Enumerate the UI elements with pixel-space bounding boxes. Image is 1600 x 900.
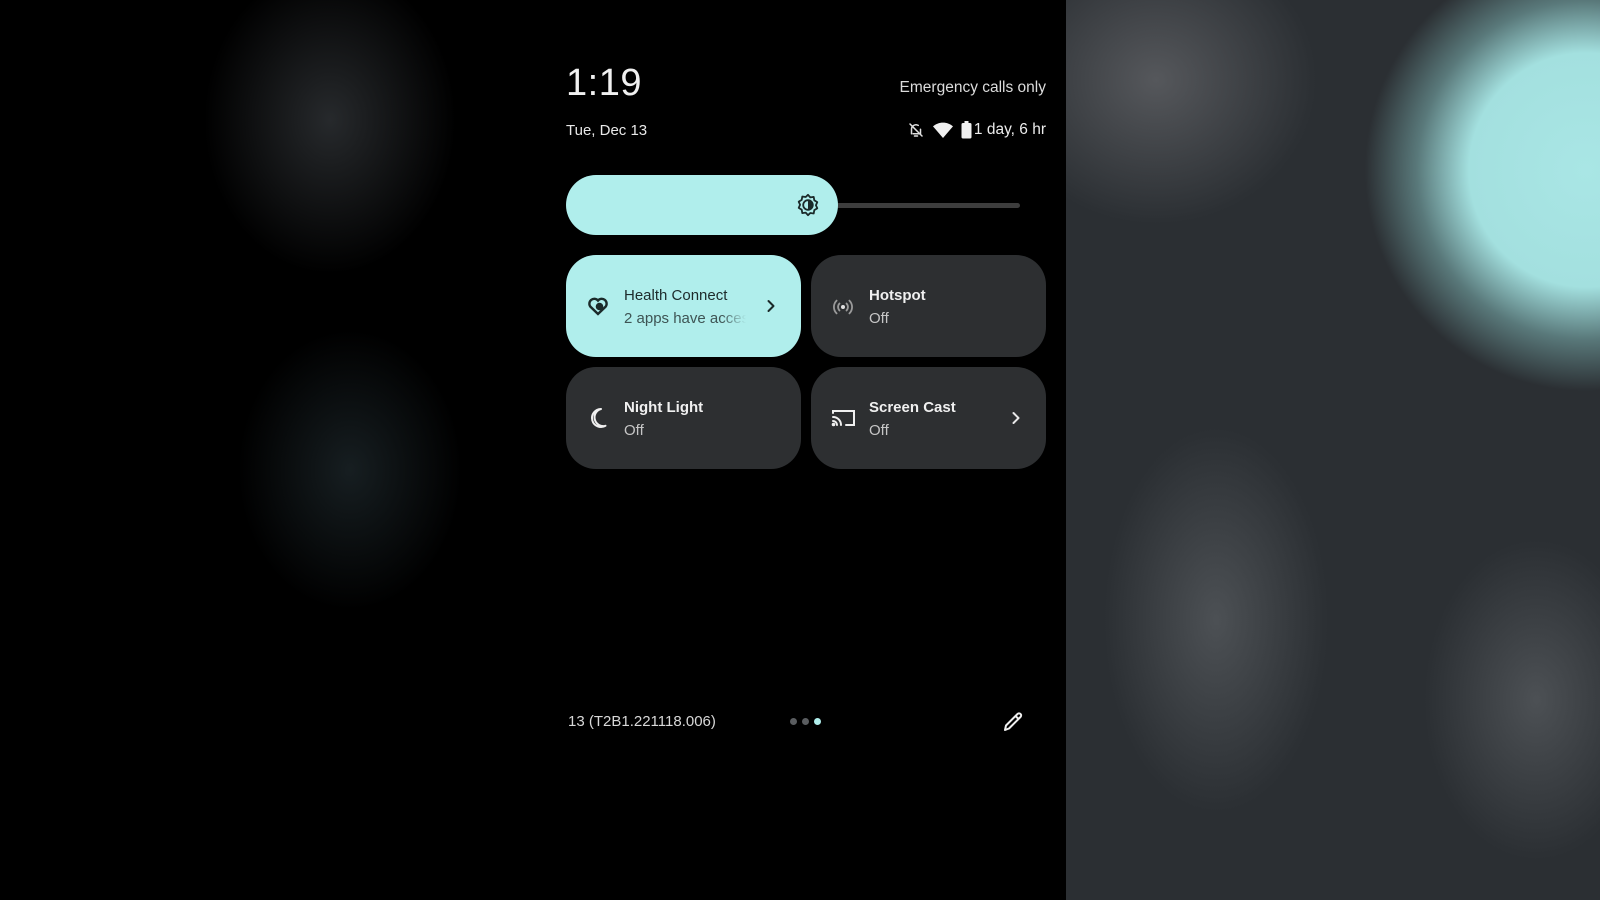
page-dot[interactable]: [790, 718, 797, 725]
tile-label: Health Connect: [624, 287, 728, 304]
tile-status: Off: [869, 310, 889, 327]
clock[interactable]: 1:19: [566, 62, 642, 105]
page-indicator[interactable]: [790, 718, 821, 725]
health-connect-icon: [586, 294, 610, 318]
night-light-icon: [586, 406, 610, 430]
chevron-right-icon[interactable]: [1006, 408, 1026, 428]
tile-night-light[interactable]: Night Light Off: [566, 367, 801, 469]
date[interactable]: Tue, Dec 13: [566, 122, 647, 139]
battery-text: 1 day, 6 hr: [973, 121, 1046, 138]
notifications-off-icon: [907, 121, 925, 139]
brightness-slider[interactable]: [566, 175, 1020, 235]
chevron-right-icon[interactable]: [761, 296, 781, 316]
tile-status: 2 apps have access: [624, 310, 746, 327]
hotspot-icon: [831, 294, 855, 318]
page-dot[interactable]: [814, 718, 821, 725]
tile-label: Hotspot: [869, 287, 926, 304]
page-dot[interactable]: [802, 718, 809, 725]
brightness-icon: [796, 193, 820, 217]
tile-hotspot[interactable]: Hotspot Off: [811, 255, 1046, 357]
carrier-text: Emergency calls only: [899, 79, 1046, 96]
wifi-icon: [932, 122, 953, 139]
build-number[interactable]: 13 (T2B1.221118.006): [568, 713, 716, 730]
tile-status: Off: [869, 422, 889, 439]
cast-icon: [831, 406, 855, 430]
tile-label: Night Light: [624, 399, 704, 416]
brightness-track[interactable]: [836, 203, 1020, 208]
tile-status: Off: [624, 422, 644, 439]
tile-screen-cast[interactable]: Screen Cast Off: [811, 367, 1046, 469]
edit-icon[interactable]: [1001, 710, 1025, 734]
status-icons[interactable]: 1 day, 6 hr: [907, 121, 1046, 139]
tile-label: Screen Cast: [869, 399, 956, 416]
wallpaper-blur-right: [1066, 0, 1600, 900]
tile-health-connect[interactable]: Health Connect 2 apps have access: [566, 255, 801, 357]
battery-icon: [961, 121, 972, 139]
